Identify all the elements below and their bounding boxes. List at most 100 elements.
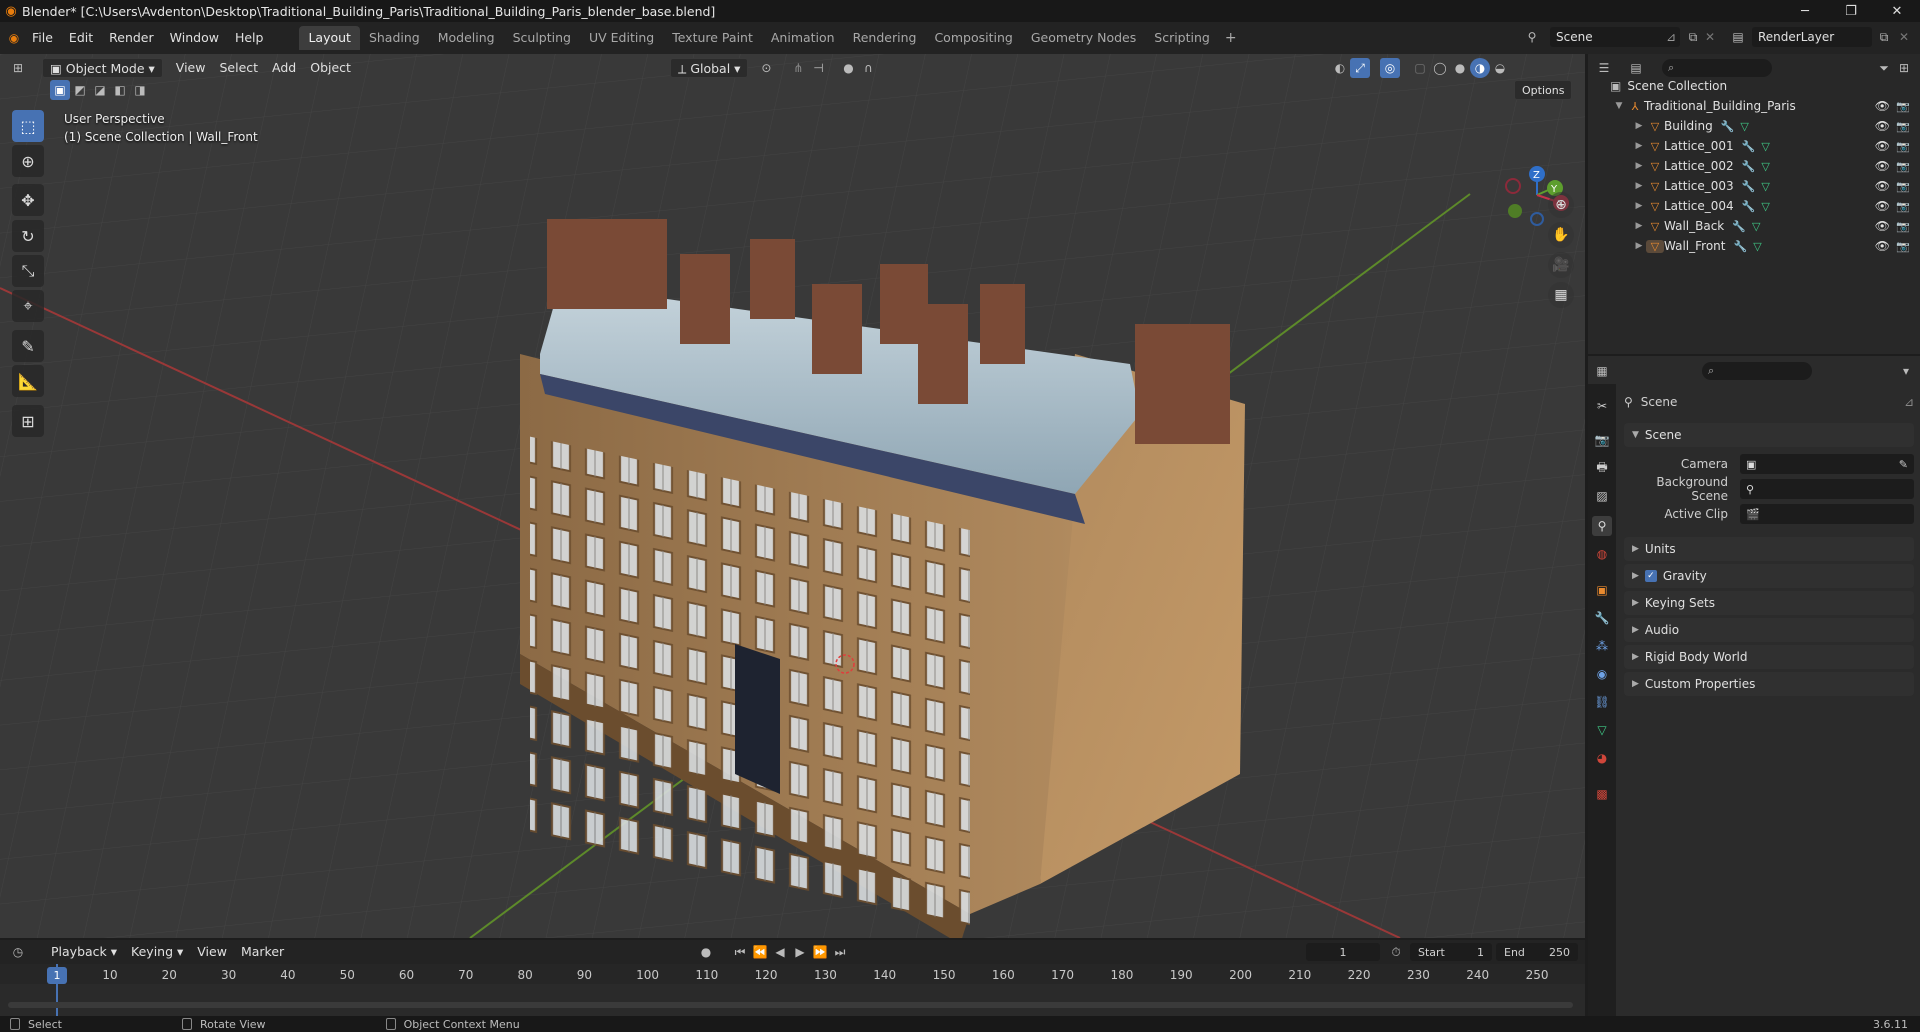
pin-icon[interactable]: ⊿	[1904, 395, 1914, 409]
collapse-chevron-icon[interactable]: ▼	[1612, 101, 1626, 111]
end-frame-field[interactable]: End 250	[1496, 943, 1578, 961]
minimize-button[interactable]: ─	[1782, 0, 1828, 22]
tab-compositing[interactable]: Compositing	[925, 26, 1021, 50]
select-intersect-icon[interactable]: ◨	[130, 80, 150, 100]
audio-panel-header[interactable]: ▶ Audio	[1624, 618, 1914, 642]
xray-icon[interactable]: ▢	[1410, 58, 1430, 78]
preview-range-icon[interactable]: ⏱	[1386, 942, 1406, 962]
menu-render[interactable]: Render	[101, 26, 162, 50]
3d-viewport[interactable]: Z Y X	[0, 54, 1585, 938]
render-camera-icon[interactable]: 📷	[1896, 180, 1910, 193]
units-panel-header[interactable]: ▶ Units	[1624, 537, 1914, 561]
move-tool[interactable]: ✥	[12, 184, 44, 216]
render-camera-icon[interactable]: 📷	[1896, 200, 1910, 213]
delete-view-layer-icon[interactable]: ✕	[1894, 27, 1914, 47]
view-layer-icon[interactable]: ▤	[1728, 27, 1748, 47]
world-tab[interactable]: ◍	[1592, 544, 1612, 564]
visibility-eye-icon[interactable]: 👁	[1875, 119, 1890, 133]
gravity-panel-header[interactable]: ▶ ✓ Gravity	[1624, 564, 1914, 588]
camera-field[interactable]: ▣ ✎	[1740, 454, 1914, 474]
mesh-data-icon[interactable]: ▽	[1753, 240, 1761, 253]
cursor-tool[interactable]: ⊕	[12, 145, 44, 177]
timeline-editor-icon[interactable]: ◷	[8, 942, 28, 962]
snap-target-icon[interactable]: ⊣	[808, 58, 828, 78]
mesh-data-icon[interactable]: ▽	[1761, 200, 1769, 213]
solid-shading-icon[interactable]: ●	[1450, 58, 1470, 78]
tab-texture-paint[interactable]: Texture Paint	[663, 26, 762, 50]
delete-scene-icon[interactable]: ✕	[1700, 27, 1720, 47]
measure-tool[interactable]: 📐	[12, 365, 44, 397]
properties-search-input[interactable]: ⌕	[1702, 362, 1812, 380]
view-layer-selector[interactable]: RenderLayer	[1752, 27, 1872, 47]
blender-menu-icon[interactable]: ◉	[4, 28, 24, 48]
object-mode-dropdown[interactable]: ▣ Object Mode ▾	[42, 58, 163, 78]
playhead-handle[interactable]: 1	[47, 967, 67, 984]
outliner-row-wall-front[interactable]: ▶ ▽ Wall_Front 🔧 ▽ 👁 📷	[1588, 236, 1920, 256]
physics-tab[interactable]: ◉	[1592, 664, 1612, 684]
menu-window[interactable]: Window	[162, 26, 227, 50]
gizmo-toggle-icon[interactable]: ⤢	[1350, 58, 1370, 78]
eyedropper-icon[interactable]: ✎	[1899, 458, 1914, 471]
pin-icon[interactable]: ⊿	[1666, 30, 1680, 44]
visibility-icon[interactable]: ◐	[1330, 58, 1350, 78]
expand-chevron-icon[interactable]: ▶	[1632, 221, 1646, 231]
transform-orientation-dropdown[interactable]: ⟂ Global ▾	[670, 58, 749, 78]
new-view-layer-icon[interactable]: ⧉	[1874, 27, 1894, 47]
select-invert-icon[interactable]: ◧	[110, 80, 130, 100]
rendered-shading-icon[interactable]: ◒	[1490, 58, 1510, 78]
jump-keyframe-forward-icon[interactable]: ⏩	[810, 942, 830, 962]
view-layer-tab[interactable]: ▨	[1592, 486, 1612, 506]
render-tab[interactable]: 📷	[1592, 430, 1612, 450]
render-camera-icon[interactable]: 📷	[1896, 140, 1910, 153]
tab-modeling[interactable]: Modeling	[429, 26, 504, 50]
visibility-eye-icon[interactable]: 👁	[1875, 159, 1890, 173]
material-shading-icon[interactable]: ◑	[1470, 58, 1490, 78]
expand-chevron-icon[interactable]: ▶	[1632, 201, 1646, 211]
outliner-editor-icon[interactable]: ☰	[1594, 58, 1614, 78]
tool-tab[interactable]: ✂	[1592, 396, 1612, 416]
jump-end-icon[interactable]: ⏭	[830, 942, 850, 962]
display-mode-icon[interactable]: ▤	[1626, 58, 1646, 78]
visibility-eye-icon[interactable]: 👁	[1875, 139, 1890, 153]
tab-layout[interactable]: Layout	[299, 26, 360, 50]
mesh-data-icon[interactable]: ▽	[1761, 160, 1769, 173]
modifier-wrench-icon[interactable]: 🔧	[1733, 240, 1747, 253]
add-workspace-button[interactable]: +	[1219, 30, 1243, 46]
visibility-eye-icon[interactable]: 👁	[1875, 199, 1890, 213]
tab-geometry-nodes[interactable]: Geometry Nodes	[1022, 26, 1145, 50]
jump-keyframe-back-icon[interactable]: ⏪	[750, 942, 770, 962]
wireframe-shading-icon[interactable]: ◯	[1430, 58, 1450, 78]
scene-type-icon[interactable]: ⚲	[1522, 27, 1542, 47]
outliner-row-building[interactable]: ▶ ▽ Building 🔧 ▽ 👁 📷	[1588, 116, 1920, 136]
tab-scripting[interactable]: Scripting	[1145, 26, 1219, 50]
properties-options-icon[interactable]: ▾	[1896, 361, 1916, 381]
modifier-wrench-icon[interactable]: 🔧	[1732, 220, 1746, 233]
filter-icon[interactable]: ⏷	[1874, 58, 1894, 78]
outliner-row-lattice-003[interactable]: ▶ ▽ Lattice_003 🔧 ▽ 👁 📷	[1588, 176, 1920, 196]
falloff-icon[interactable]: ∩	[858, 58, 878, 78]
tab-uv-editing[interactable]: UV Editing	[580, 26, 663, 50]
tab-animation[interactable]: Animation	[762, 26, 844, 50]
data-tab[interactable]: ▽	[1592, 720, 1612, 740]
proportional-edit-icon[interactable]: ●	[838, 58, 858, 78]
gravity-checkbox[interactable]: ✓	[1644, 570, 1657, 582]
menu-playback[interactable]: Playback ▾	[44, 942, 124, 962]
outliner-row-wall-back[interactable]: ▶ ▽ Wall_Back 🔧 ▽ 👁 📷	[1588, 216, 1920, 236]
building-model[interactable]	[520, 219, 1245, 938]
mesh-data-icon[interactable]: ▽	[1761, 180, 1769, 193]
select-box-tool[interactable]: ⬚	[12, 110, 44, 142]
menu-help[interactable]: Help	[227, 26, 272, 50]
overlays-icon[interactable]: ◎	[1380, 58, 1400, 78]
render-camera-icon[interactable]: 📷	[1896, 240, 1910, 253]
menu-keying[interactable]: Keying ▾	[124, 942, 190, 962]
expand-chevron-icon[interactable]: ▶	[1632, 121, 1646, 131]
outliner-row-lattice-001[interactable]: ▶ ▽ Lattice_001 🔧 ▽ 👁 📷	[1588, 136, 1920, 156]
render-camera-icon[interactable]: 📷	[1896, 100, 1910, 113]
keying-sets-panel-header[interactable]: ▶ Keying Sets	[1624, 591, 1914, 615]
texture-tab[interactable]: ▩	[1592, 784, 1612, 804]
expand-chevron-icon[interactable]: ▶	[1632, 181, 1646, 191]
expand-chevron-icon[interactable]: ▶	[1632, 161, 1646, 171]
new-collection-icon[interactable]: ⊞	[1894, 58, 1914, 78]
perspective-toggle-button[interactable]: ▦	[1548, 282, 1574, 308]
modifier-wrench-icon[interactable]: 🔧	[1742, 160, 1756, 173]
